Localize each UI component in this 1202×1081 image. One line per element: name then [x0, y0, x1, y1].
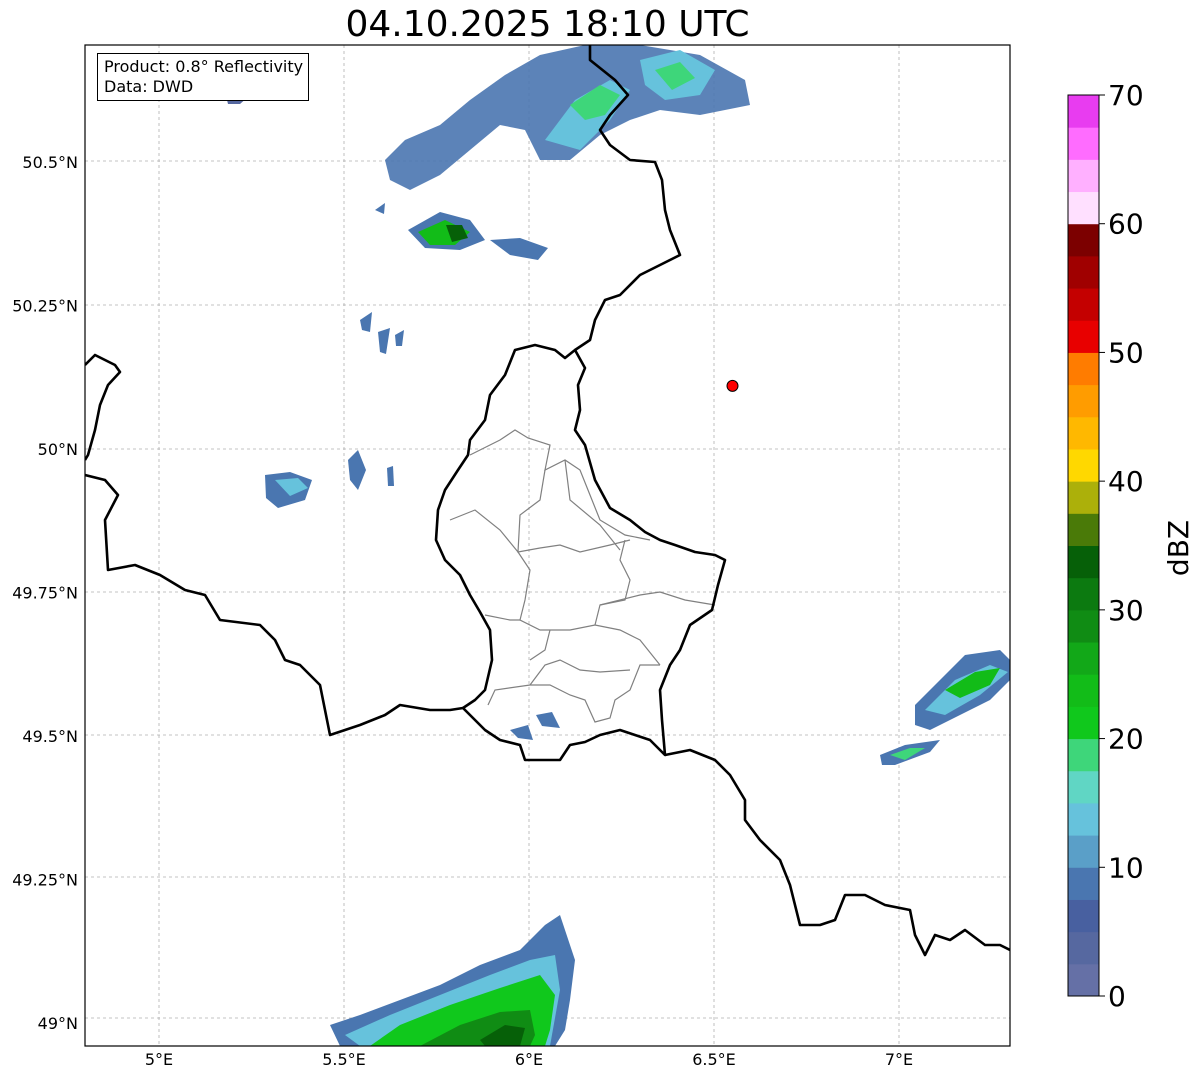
y-tick-label: 49°N: [38, 1014, 78, 1033]
colorbar-segment: [1068, 352, 1099, 386]
colorbar-segment: [1068, 448, 1099, 482]
colorbar-segment: [1068, 159, 1099, 193]
x-tick-label: 6°E: [515, 1050, 543, 1069]
echo-cell: [387, 466, 394, 486]
y-tick-label: 49.5°N: [22, 727, 78, 746]
colorbar-segment: [1068, 191, 1099, 225]
colorbar-segment: [1068, 963, 1099, 997]
colorbar-label: dBZ: [1162, 520, 1195, 576]
y-tick-label: 50°N: [38, 440, 78, 459]
x-tick-label: 7°E: [885, 1050, 913, 1069]
colorbar-segment: [1068, 674, 1099, 707]
colorbar-segment: [1068, 738, 1099, 772]
colorbar-tick-label: 70: [1108, 79, 1144, 112]
y-tick-label: 50.5°N: [22, 153, 78, 172]
x-tick-label: 5°E: [145, 1050, 173, 1069]
colorbar-segment: [1068, 223, 1099, 257]
colorbar-tick-label: 30: [1108, 594, 1144, 627]
x-tick-label: 6.5°E: [692, 1050, 736, 1069]
colorbar-tick-label: 0: [1108, 980, 1126, 1013]
colorbar-segment: [1068, 802, 1099, 836]
plot-area: [85, 45, 1010, 1046]
site-marker: [726, 379, 739, 392]
colorbar-segment: [1068, 609, 1099, 643]
product-label: Product: 0.8° Reflectivity: [104, 57, 304, 76]
colorbar-segment: [1068, 288, 1099, 321]
colorbar-segment: [1068, 770, 1099, 804]
colorbar-segment: [1068, 835, 1099, 868]
colorbar-segment: [1068, 931, 1099, 965]
y-tick-label: 49.75°N: [12, 584, 78, 603]
data-source-label: Data: DWD: [104, 77, 194, 96]
y-tick-label: 50.25°N: [12, 297, 78, 316]
colorbar-segment: [1068, 416, 1099, 450]
colorbar-segment: [1068, 320, 1099, 353]
colorbar-tick-label: 20: [1108, 723, 1144, 756]
colorbar-segment: [1068, 867, 1099, 900]
y-axis: 50.5°N 50.25°N 50°N 49.75°N 49.5°N 49.25°N 49°…: [12, 153, 78, 1033]
colorbar-segment: [1068, 642, 1099, 675]
colorbar-segment: [1068, 899, 1099, 933]
colorbar-segment: [1068, 481, 1099, 514]
colorbar-tick-label: 60: [1108, 208, 1144, 241]
y-tick-label: 49.25°N: [12, 871, 78, 890]
colorbar-segment: [1068, 127, 1099, 160]
colorbar-tick-label: 10: [1108, 851, 1144, 884]
colorbar: 0 10 20 30 40 50 60 70: [1067, 79, 1144, 1013]
colorbar-segment: [1068, 577, 1099, 611]
colorbar-segment: [1068, 706, 1099, 740]
colorbar-segment: [1068, 95, 1099, 128]
x-axis: 5°E 5.5°E 6°E 6.5°E 7°E: [145, 1050, 913, 1069]
colorbar-tick-label: 40: [1108, 465, 1144, 498]
info-box: Product: 0.8° Reflectivity Data: DWD: [97, 53, 310, 101]
colorbar-tick-label: 50: [1108, 336, 1144, 369]
colorbar-segment: [1068, 255, 1099, 289]
x-tick-label: 5.5°E: [322, 1050, 366, 1069]
colorbar-segment: [1068, 545, 1099, 579]
colorbar-segment: [1068, 513, 1099, 546]
radar-map: 5°E 5.5°E 6°E 6.5°E 7°E 50.5°N 50.25°N 50°N 49.…: [12, 44, 1195, 1069]
colorbar-segment: [1068, 384, 1099, 418]
